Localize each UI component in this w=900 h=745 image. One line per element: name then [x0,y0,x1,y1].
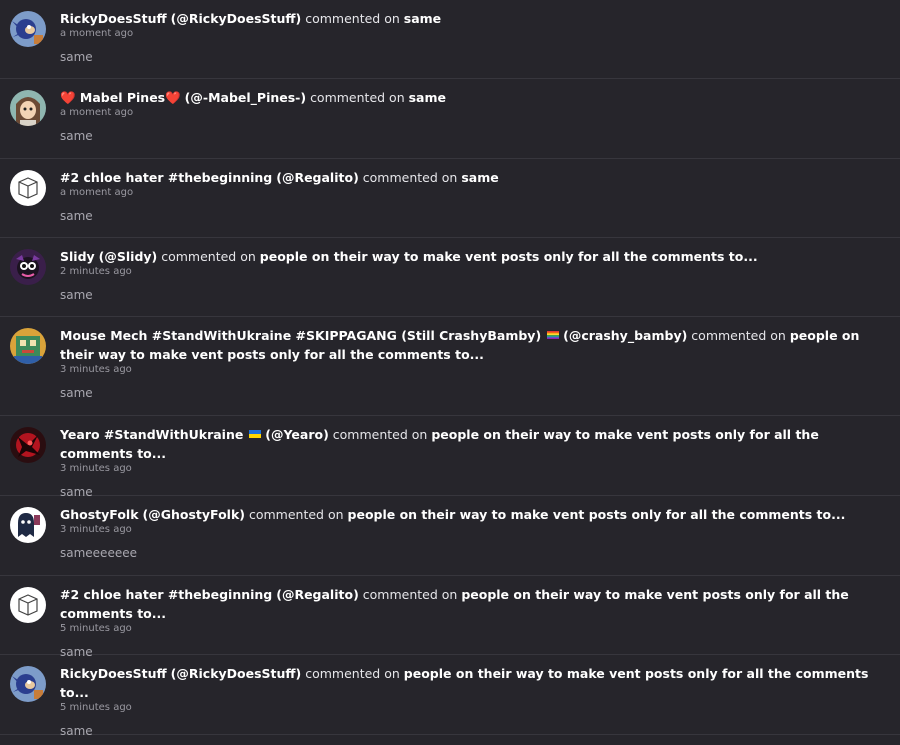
timestamp: a moment ago [60,107,134,118]
action-text: commented on [310,90,405,105]
commenter-name[interactable]: #2 chloe hater #thebeginning [60,587,272,602]
avatar-yearo-icon [10,427,46,463]
avatar[interactable] [10,328,46,364]
commenter-handle[interactable]: (@Regalito) [276,170,359,185]
rainbow-flag-icon [547,331,560,339]
comment-target-link[interactable]: people on their way to make vent posts o… [260,249,758,264]
commenter-name[interactable]: Yearo #StandWithUkraine [60,427,243,442]
commenter-handle[interactable]: (@-Mabel_Pines-) [185,90,306,105]
comment-item: #2 chloe hater #thebeginning (@Regalito)… [0,159,900,238]
avatar-mouse-mech-icon [10,328,46,364]
action-text: commented on [691,328,786,343]
avatar[interactable] [10,587,46,623]
avatar[interactable] [10,170,46,206]
commenter-name[interactable]: GhostyFolk [60,507,139,522]
action-text: commented on [305,11,400,26]
avatar-cube-icon [10,170,46,206]
commenter-handle[interactable]: (@RickyDoesStuff) [171,11,302,26]
avatar-sonic-icon [10,11,46,47]
avatar-slidy-icon [10,249,46,285]
comment-item: Yearo #StandWithUkraine (@Yearo) comment… [0,416,900,499]
commenter-name[interactable]: Mouse Mech #StandWithUkraine #SKIPPAGANG… [60,328,541,343]
commenter-handle[interactable]: (@crashy_bamby) [563,328,687,343]
commenter-name[interactable]: RickyDoesStuff [60,11,167,26]
comment-item: #2 chloe hater #thebeginning (@Regalito)… [0,576,900,659]
comment-feed: RickyDoesStuff (@RickyDoesStuff) comment… [0,0,900,738]
avatar-mabel-icon [10,90,46,126]
comment-body: same [60,209,93,223]
timestamp: a moment ago [60,28,134,39]
comment-item: GhostyFolk (@GhostyFolk) commented on pe… [0,496,900,576]
timestamp: 3 minutes ago [60,524,132,535]
avatar[interactable] [10,427,46,463]
commenter-handle[interactable]: (@Regalito) [276,587,359,602]
comment-target-link[interactable]: same [409,90,446,105]
timestamp: 5 minutes ago [60,702,132,713]
comment-target-link[interactable]: same [404,11,441,26]
commenter-name[interactable]: RickyDoesStuff [60,666,167,681]
timestamp: a moment ago [60,187,134,198]
commenter-handle[interactable]: (@Slidy) [99,249,158,264]
action-text: commented on [332,427,428,442]
comment-body: sameeeeeee [60,546,137,560]
comment-body: same [60,129,93,143]
avatar[interactable] [10,11,46,47]
comment-target-link[interactable]: same [461,170,498,185]
avatar[interactable] [10,90,46,126]
action-text: commented on [362,587,458,602]
commenter-handle[interactable]: (@RickyDoesStuff) [171,666,302,681]
ukraine-flag-icon [249,430,262,438]
commenter-handle[interactable]: (@GhostyFolk) [143,507,245,522]
commenter-name[interactable]: Slidy [60,249,95,264]
timestamp: 3 minutes ago [60,364,132,375]
avatar-ghostyfolk-icon [10,507,46,543]
comment-item: RickyDoesStuff (@RickyDoesStuff) comment… [0,655,900,738]
commenter-name[interactable]: ❤️ Mabel Pines❤️ [60,90,181,105]
comment-target-link[interactable]: people on their way to make vent posts o… [348,507,846,522]
commenter-name[interactable]: #2 chloe hater #thebeginning [60,170,272,185]
avatar[interactable] [10,507,46,543]
action-text: commented on [248,507,344,522]
comment-body: same [60,288,93,302]
avatar[interactable] [10,249,46,285]
avatar-sonic-icon [10,666,46,702]
commenter-handle[interactable]: (@Yearo) [265,427,329,442]
action-text: commented on [161,249,256,264]
comment-body: same [60,386,93,400]
action-text: commented on [362,170,458,185]
timestamp: 5 minutes ago [60,623,132,634]
avatar-cube-icon [10,587,46,623]
timestamp: 2 minutes ago [60,266,132,277]
comment-item: RickyDoesStuff (@RickyDoesStuff) comment… [0,0,900,79]
comment-item: Mouse Mech #StandWithUkraine #SKIPPAGANG… [0,317,900,416]
comment-body: same [60,50,93,64]
comment-item: Slidy (@Slidy) commented on people on th… [0,238,900,317]
comment-body: same [60,724,93,738]
avatar[interactable] [10,666,46,702]
action-text: commented on [305,666,400,681]
comment-item: ❤️ Mabel Pines❤️ (@-Mabel_Pines-) commen… [0,79,900,159]
timestamp: 3 minutes ago [60,463,132,474]
